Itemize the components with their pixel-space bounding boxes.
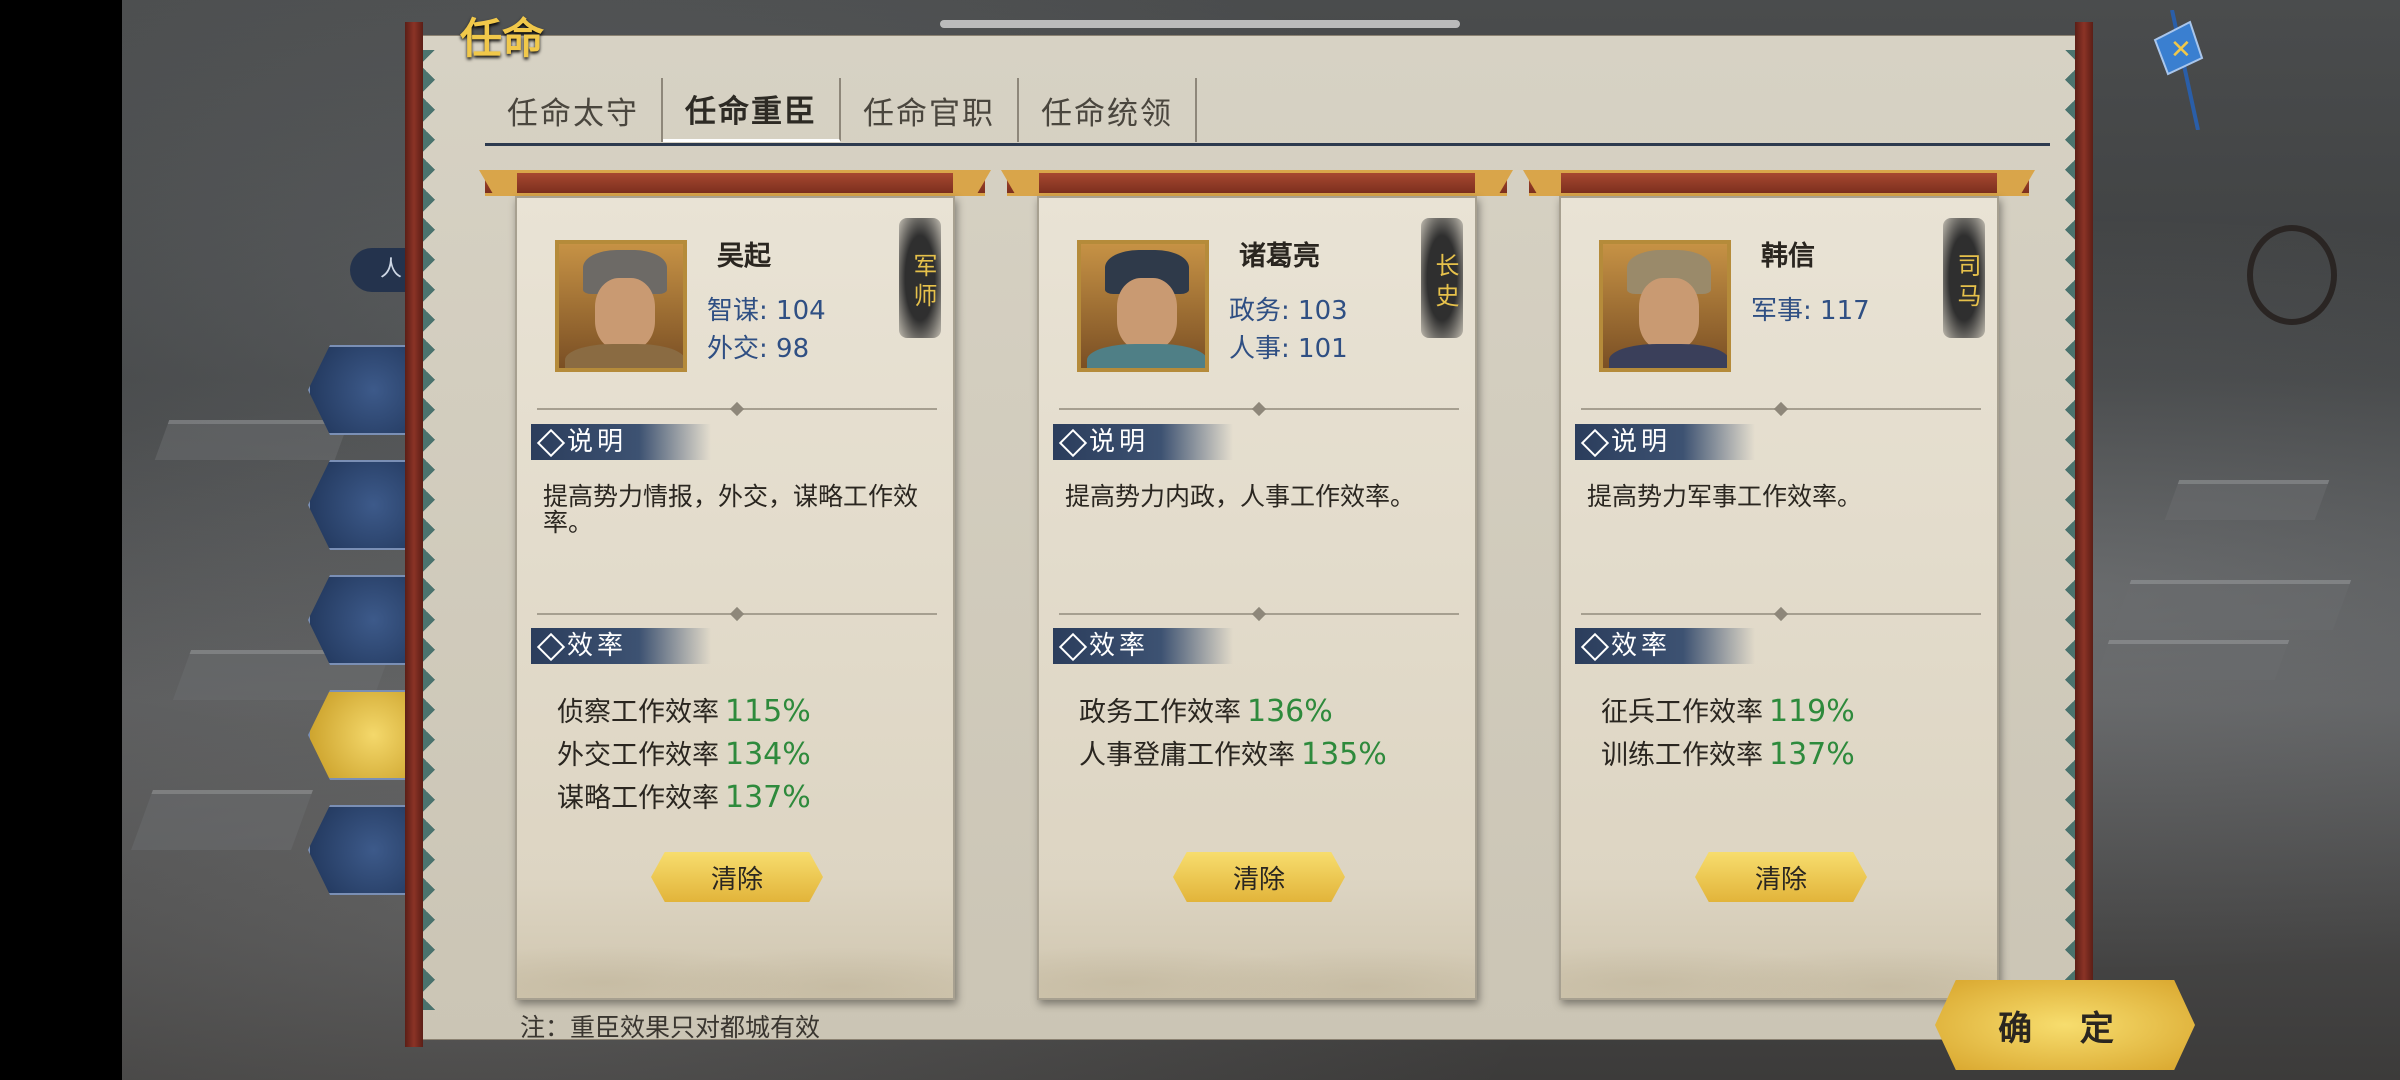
- description-text: 提高势力情报，外交，谋略工作效率。: [543, 482, 919, 538]
- efficiency-value: 115%: [725, 694, 811, 729]
- efficiency-value: 135%: [1301, 737, 1387, 772]
- section-header-description: 说明: [1053, 424, 1233, 460]
- stat-2: 外交: 98: [707, 334, 810, 364]
- card-header-bar: [1529, 170, 2029, 196]
- cloud-decoration: [517, 918, 953, 998]
- general-name: 韩信: [1761, 241, 1815, 272]
- scroll-rod-right: [2075, 22, 2093, 1047]
- efficiency-value: 136%: [1247, 694, 1333, 729]
- efficiency-label: 征兵工作效率: [1601, 697, 1763, 728]
- divider: [1581, 613, 1981, 615]
- stat-1: 政务: 103: [1229, 296, 1348, 326]
- svg-text:✕: ✕: [2170, 35, 2192, 65]
- role-badge: 军师: [899, 218, 941, 338]
- role-badge: 司马: [1943, 218, 1985, 338]
- efficiency-row: 政务工作效率 136%: [1079, 690, 1333, 729]
- efficiency-row: 训练工作效率 137%: [1601, 733, 1855, 772]
- efficiency-value: 137%: [725, 780, 811, 815]
- scroll-rod-left: [405, 22, 423, 1047]
- stat-2: 人事: 101: [1229, 334, 1348, 364]
- section-header-efficiency: 效率: [531, 628, 711, 664]
- footer-note: 注：重臣效果只对都城有效: [520, 1013, 821, 1042]
- efficiency-row: 征兵工作效率 119%: [1601, 690, 1855, 729]
- portrait-han-xin[interactable]: [1599, 240, 1731, 372]
- side-tab-2[interactable]: [308, 460, 418, 550]
- general-name: 吴起: [717, 241, 771, 272]
- confirm-button[interactable]: 确 定: [1935, 980, 2195, 1070]
- general-name: 诸葛亮: [1239, 241, 1320, 272]
- side-tab-3[interactable]: [308, 575, 418, 665]
- divider: [537, 408, 937, 410]
- close-flag-icon[interactable]: ✕: [2150, 10, 2210, 130]
- portrait-wu-qi[interactable]: [555, 240, 687, 372]
- minister-card-3: 韩信 军事: 117 司马 说明 提高势力军事工作效率。 效率 征兵工作效率 11…: [1529, 170, 2029, 1000]
- stat-1: 军事: 117: [1751, 296, 1870, 326]
- efficiency-label: 外交工作效率: [557, 740, 719, 771]
- drag-handle[interactable]: [940, 20, 1460, 28]
- side-tab-1[interactable]: [308, 345, 418, 435]
- tab-appoint-governor[interactable]: 任命太守: [485, 78, 663, 142]
- divider: [1059, 613, 1459, 615]
- stat-1: 智谋: 104: [707, 296, 826, 326]
- description-text: 提高势力军事工作效率。: [1587, 482, 1863, 511]
- tab-bar: 任命太守 任命重臣 任命官职 任命统领: [485, 78, 2050, 146]
- section-header-efficiency: 效率: [1053, 628, 1233, 664]
- portrait-zhuge-liang[interactable]: [1077, 240, 1209, 372]
- tab-appoint-commander[interactable]: 任命统领: [1019, 78, 1197, 142]
- minister-card-2: 诸葛亮 政务: 103 人事: 101 长史 说明 提高势力内政，人事工作效率。…: [1007, 170, 1507, 1000]
- section-header-efficiency: 效率: [1575, 628, 1755, 664]
- efficiency-row: 侦察工作效率 115%: [557, 690, 811, 729]
- efficiency-label: 侦察工作效率: [557, 697, 719, 728]
- role-badge: 长史: [1421, 218, 1463, 338]
- clear-button[interactable]: 清除: [1173, 852, 1345, 902]
- section-header-description: 说明: [1575, 424, 1755, 460]
- cloud-decoration: [1039, 918, 1475, 998]
- efficiency-row: 谋略工作效率 137%: [557, 776, 811, 815]
- efficiency-label: 政务工作效率: [1079, 697, 1241, 728]
- card-header-bar: [485, 170, 985, 196]
- description-text: 提高势力内政，人事工作效率。: [1065, 482, 1416, 511]
- card-header-bar: [1007, 170, 1507, 196]
- divider: [1581, 408, 1981, 410]
- side-tab-4-active[interactable]: [308, 690, 418, 780]
- clear-button[interactable]: 清除: [651, 852, 823, 902]
- section-header-description: 说明: [531, 424, 711, 460]
- efficiency-value: 134%: [725, 737, 811, 772]
- efficiency-value: 137%: [1769, 737, 1855, 772]
- divider: [1059, 408, 1459, 410]
- efficiency-row: 人事登庸工作效率 135%: [1079, 733, 1387, 772]
- cloud-decoration: [1561, 918, 1997, 998]
- side-tab-5[interactable]: [308, 805, 418, 895]
- clear-button[interactable]: 清除: [1695, 852, 1867, 902]
- tab-appoint-official[interactable]: 任命官职: [841, 78, 1019, 142]
- efficiency-row: 外交工作效率 134%: [557, 733, 811, 772]
- panel-title: 任命: [460, 14, 545, 63]
- scroll-edge-left: [420, 50, 450, 1010]
- minister-card-1: 吴起 智谋: 104 外交: 98 军师 说明 提高势力情报，外交，谋略工作效率…: [485, 170, 985, 1000]
- divider: [537, 613, 937, 615]
- efficiency-label: 人事登庸工作效率: [1079, 740, 1295, 771]
- efficiency-label: 谋略工作效率: [557, 783, 719, 814]
- tab-appoint-minister[interactable]: 任命重臣: [663, 78, 841, 142]
- efficiency-value: 119%: [1769, 694, 1855, 729]
- efficiency-label: 训练工作效率: [1601, 740, 1763, 771]
